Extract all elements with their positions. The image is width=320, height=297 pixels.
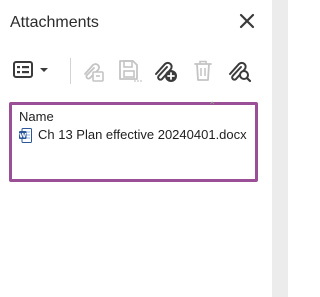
list-item[interactable]: W Ch 13 Plan effective 20240401.docx [17,125,255,145]
add-attachment-button[interactable] [152,56,178,84]
chevron-down-icon [40,68,48,72]
options-menu-button[interactable] [10,56,52,84]
search-attachment-button[interactable] [226,56,252,84]
open-attachment-icon [84,63,104,82]
word-document-icon: W [19,128,32,143]
panel-title: Attachments [10,14,99,31]
attachments-list: Name ⌃ W Ch 13 Plan effective 20240401.d… [9,101,258,182]
panel-header: Attachments [10,12,262,36]
options-menu-icon [13,61,33,78]
attachments-toolbar [10,56,262,86]
open-attachment-button[interactable] [80,56,106,84]
column-header-name[interactable]: Name [19,109,54,124]
sort-caret-icon: ⌃ [208,101,217,112]
panel-scroll-gutter [272,0,288,297]
close-button[interactable] [236,10,258,32]
close-icon [239,13,255,29]
search-attachment-icon [229,61,252,83]
save-attachment-icon [119,60,142,82]
delete-attachment-button[interactable] [190,56,216,84]
attachments-panel: Attachments Name ⌃ W Ch 13 Plan effectiv… [0,0,272,297]
save-attachment-button[interactable] [116,56,142,84]
attachment-file-name: Ch 13 Plan effective 20240401.docx [38,127,247,142]
delete-attachment-icon [194,60,212,81]
toolbar-separator [70,58,71,84]
add-attachment-icon [155,61,177,82]
svg-text:W: W [19,132,26,140]
